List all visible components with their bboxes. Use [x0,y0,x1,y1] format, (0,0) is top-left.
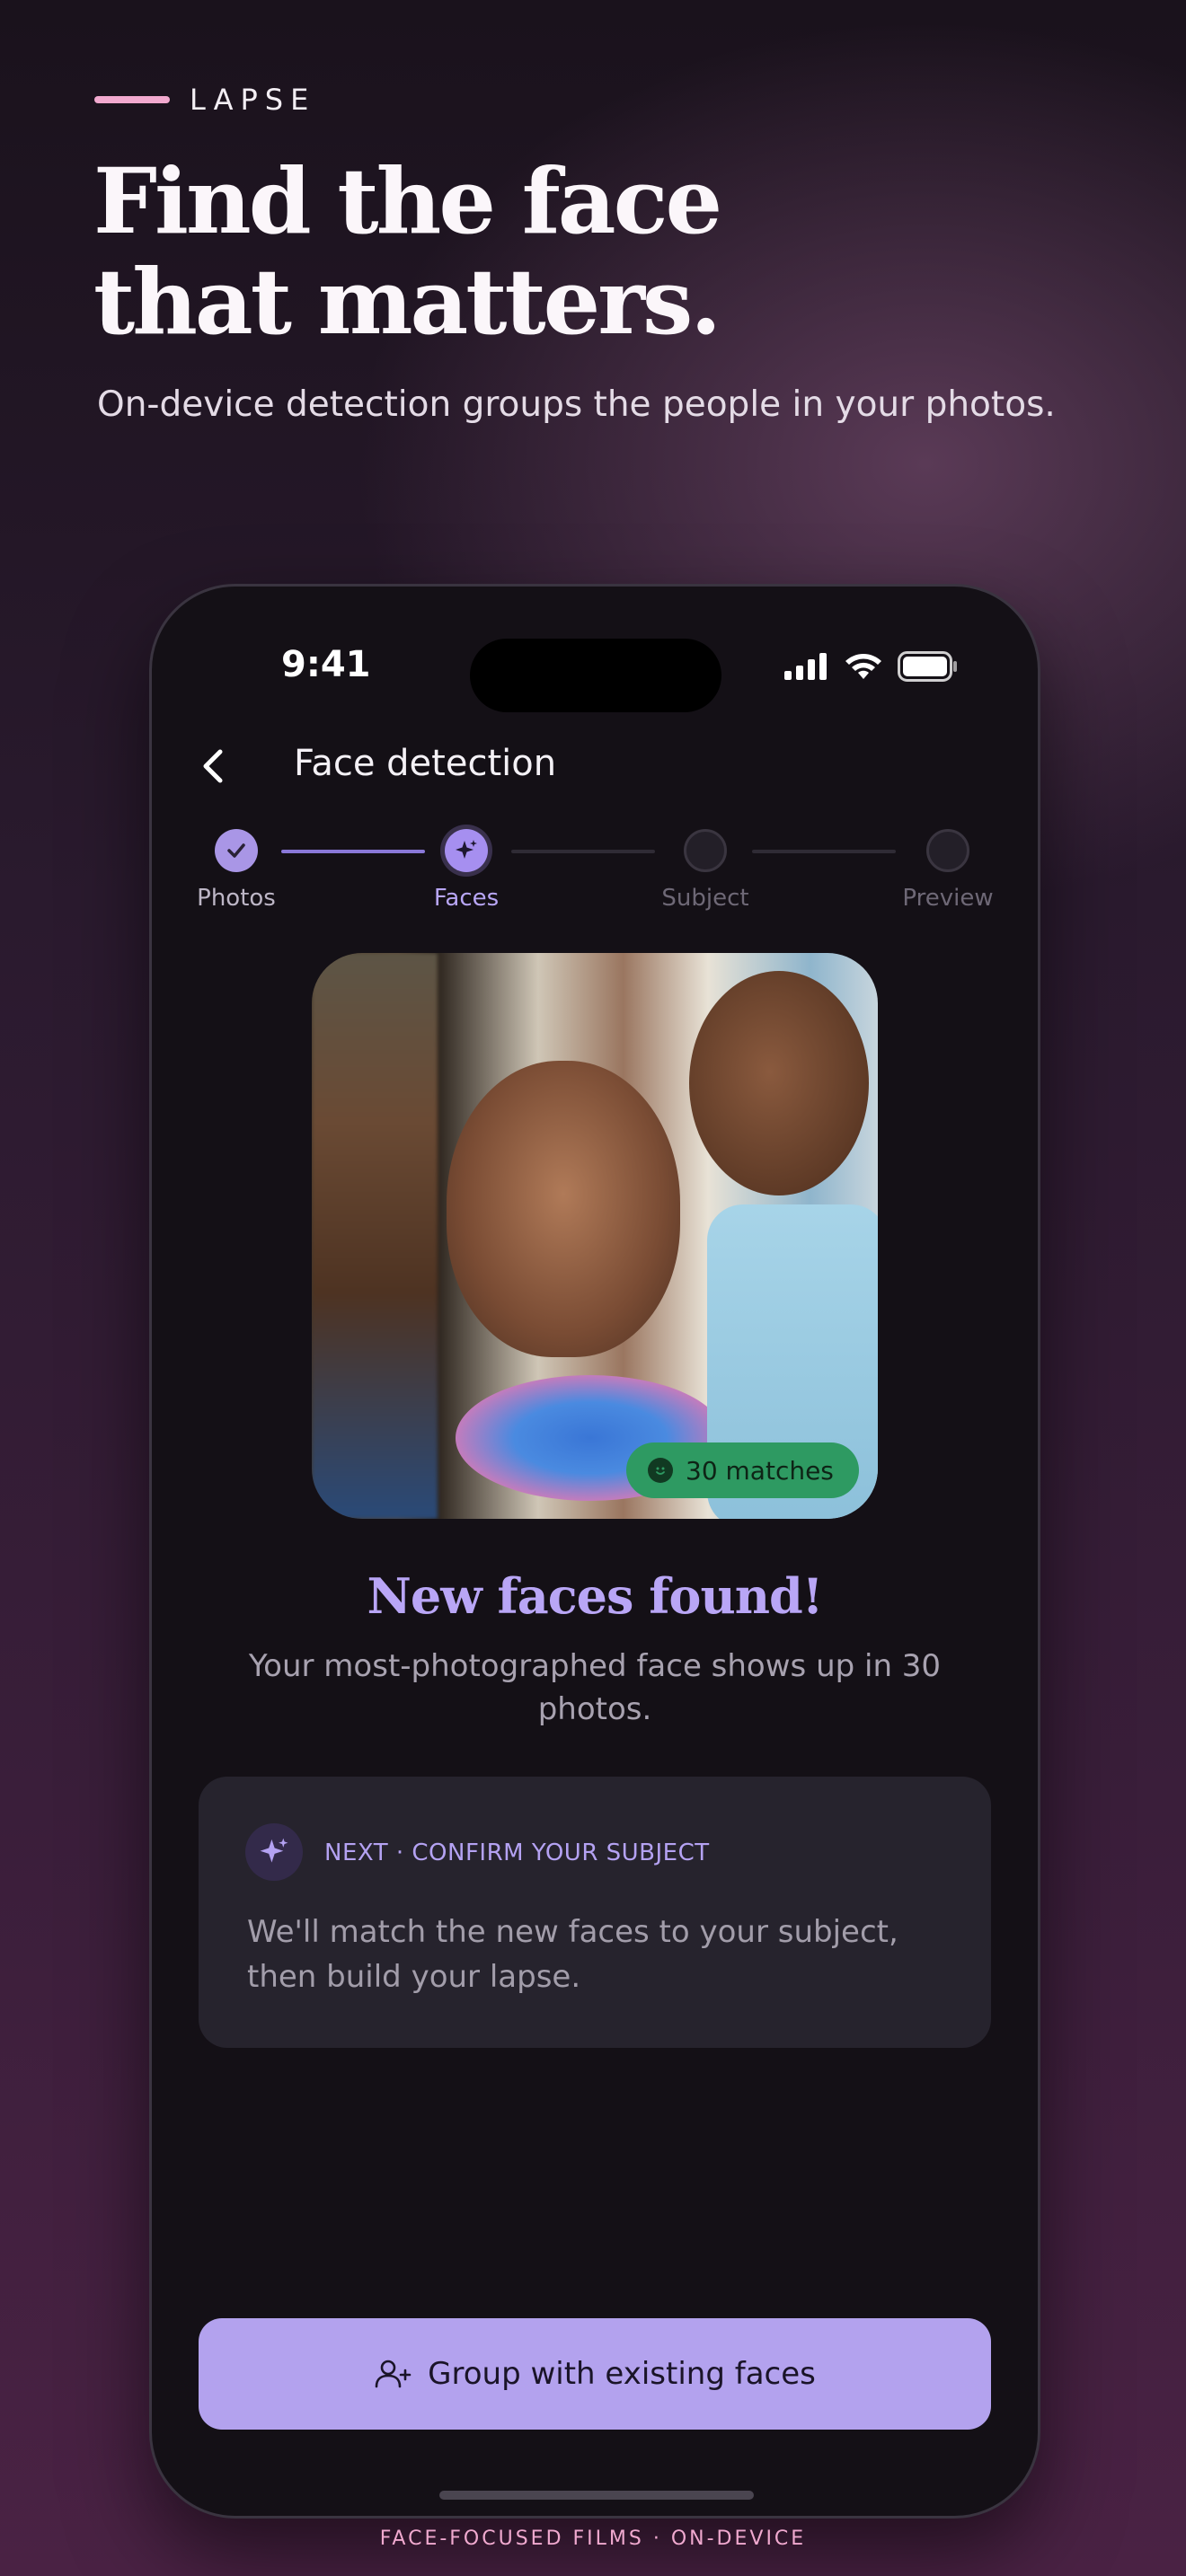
result-title: New faces found! [367,1567,824,1625]
step-dot [215,829,258,872]
photo-child-face [689,971,869,1195]
step-label: Preview [902,885,994,912]
status-bar: 9:41 [152,631,1038,712]
sparkle-icon [245,1823,303,1881]
progress-stepper: Photos Faces Subject Preview [152,829,1038,928]
group-faces-button-label: Group with existing faces [428,2356,816,2392]
chevron-left-icon[interactable] [188,739,242,793]
brand-accent-line [94,96,170,103]
hero-title: Find the face that matters. [93,148,722,355]
detected-face-photo: 30 matches [312,953,878,1519]
page-title: Face detection [294,743,557,784]
status-icons [784,651,959,682]
sparkle-icon [456,840,477,859]
brand-name: LAPSE [190,83,316,117]
step-dot [926,829,969,872]
cellular-signal-icon [784,653,827,680]
dynamic-island [470,639,721,712]
footer-tagline: FACE-FOCUSED FILMS · ON-DEVICE [379,2527,807,2550]
step-subject: Subject [633,829,777,912]
add-person-icon [375,2360,412,2388]
step-preview: Preview [876,829,1020,912]
step-label: Faces [433,885,500,912]
group-faces-button[interactable]: Group with existing faces [199,2318,991,2430]
matches-badge-label: 30 matches [686,1455,834,1486]
photo-blurred-person [312,953,438,1519]
step-dot [445,829,488,872]
photo-woman-face [447,1061,680,1357]
battery-icon [898,651,957,682]
phone-frame: 9:41 Face detection Photos Faces Subject… [149,584,1040,2519]
hero-subtitle: On-device detection groups the people in… [97,384,1056,425]
wifi-icon [845,654,881,679]
step-photos: Photos [164,829,308,912]
nav-bar: Face detection [152,730,1038,802]
brand-header: LAPSE [94,83,315,117]
next-step-card: NEXT · CONFIRM YOUR SUBJECT We'll match … [199,1777,991,2048]
next-step-label: NEXT · CONFIRM YOUR SUBJECT [324,1839,710,1866]
step-label: Photos [197,885,276,912]
status-time: 9:41 [281,644,371,685]
check-icon [227,843,245,858]
home-indicator [439,2491,754,2500]
step-dot [684,829,727,872]
smile-icon [648,1458,673,1483]
next-step-text: We'll match the new faces to your subjec… [247,1914,898,1995]
step-faces: Faces [394,829,538,912]
result-subtitle: Your most-photographed face shows up in … [248,1648,942,1727]
matches-badge: 30 matches [626,1442,859,1498]
step-label: Subject [661,885,749,912]
